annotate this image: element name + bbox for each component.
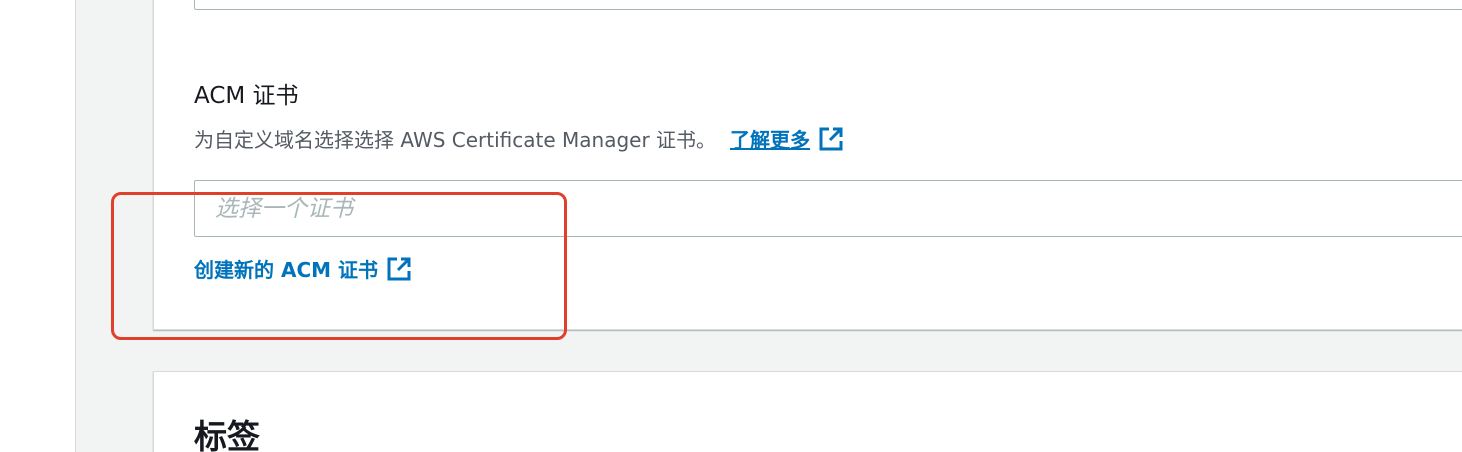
left-gutter — [0, 0, 76, 452]
create-acm-certificate-link[interactable]: 创建新的 ACM 证书 — [194, 254, 412, 283]
acm-description: 为自定义域名选择选择 AWS Certificate Manager 证书。 了… — [194, 124, 844, 153]
create-link-label: 创建新的 ACM 证书 — [194, 258, 378, 282]
learn-more-link[interactable]: 了解更多 — [730, 124, 844, 153]
previous-input-field[interactable] — [194, 0, 1462, 10]
external-link-icon — [386, 256, 412, 282]
acm-label: ACM 证书 — [194, 83, 299, 109]
learn-more-label: 了解更多 — [730, 128, 811, 152]
external-link-icon — [818, 126, 844, 152]
acm-description-text: 为自定义域名选择选择 AWS Certificate Manager 证书。 — [194, 128, 717, 152]
tags-panel — [153, 371, 1462, 452]
certificate-select-input[interactable] — [194, 180, 1462, 237]
tags-section-title: 标签 — [194, 417, 260, 452]
